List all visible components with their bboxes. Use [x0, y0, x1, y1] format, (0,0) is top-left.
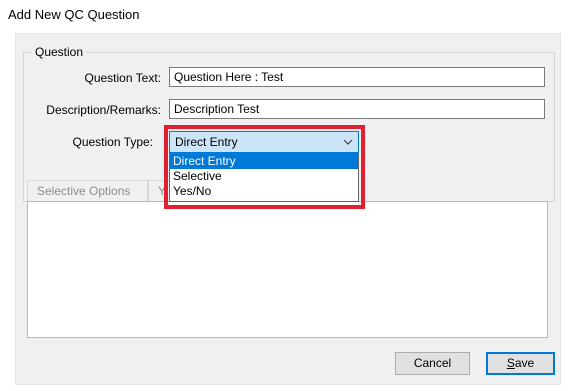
- description-label: Description/Remarks:: [46, 103, 161, 117]
- cancel-button[interactable]: Cancel: [395, 352, 470, 375]
- question-type-dropdown-list: Direct Entry Selective Yes/No: [169, 153, 359, 202]
- question-text-field[interactable]: Question Here : Test: [169, 67, 545, 87]
- question-type-combobox[interactable]: Direct Entry: [169, 131, 359, 153]
- window-title: Add New QC Question: [8, 7, 140, 22]
- question-type-option-yes-no[interactable]: Yes/No: [170, 184, 358, 199]
- question-text-label: Question Text:: [84, 71, 162, 85]
- save-button-label: ave: [514, 356, 535, 370]
- tab-selective-options[interactable]: Selective Options: [27, 180, 148, 201]
- selective-options-panel: [27, 201, 548, 338]
- description-field[interactable]: Description Test: [169, 99, 545, 119]
- question-type-option-direct-entry[interactable]: Direct Entry: [170, 154, 358, 169]
- chevron-down-icon[interactable]: [342, 136, 354, 148]
- question-groupbox-legend: Question: [32, 45, 87, 59]
- question-type-option-selective[interactable]: Selective: [170, 169, 358, 184]
- save-button[interactable]: Save: [486, 352, 555, 375]
- question-type-label: Question Type:: [72, 135, 154, 149]
- save-button-mnemonic: S: [506, 356, 515, 370]
- question-type-combobox-value: Direct Entry: [175, 135, 238, 149]
